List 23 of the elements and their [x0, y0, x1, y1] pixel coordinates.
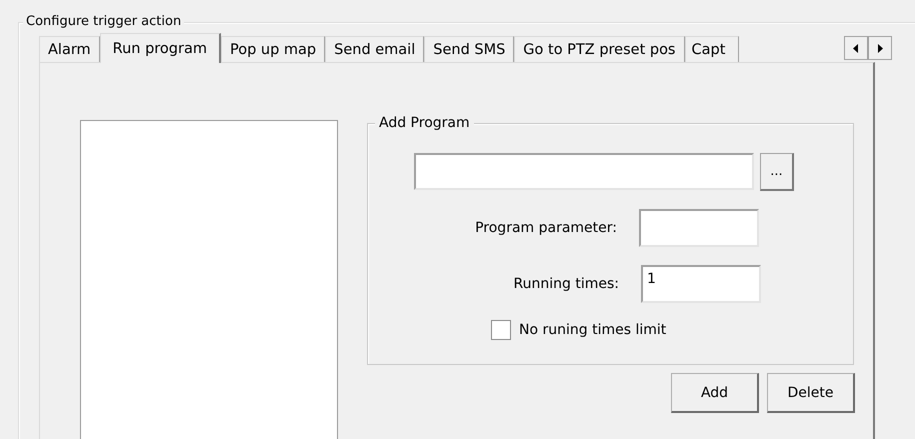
checkbox-label: No runing times limit — [519, 322, 666, 338]
field-label: Running times: — [514, 276, 619, 292]
checkbox[interactable] — [491, 320, 511, 340]
browse-button[interactable]: ... — [760, 153, 794, 191]
tab[interactable]: Pop up map — [220, 36, 326, 62]
group-title: Configure trigger action — [23, 13, 184, 31]
left-arrow-icon — [853, 44, 859, 52]
tab[interactable]: Send SMS — [424, 36, 514, 62]
add-button[interactable]: Add — [671, 373, 759, 413]
tab[interactable]: Send email — [325, 36, 424, 62]
field-label: Program parameter: — [475, 220, 617, 236]
right-arrow-icon — [877, 44, 883, 52]
tab[interactable]: Go to PTZ preset pos — [514, 36, 684, 62]
delete-button[interactable]: Delete — [767, 373, 855, 413]
group-title: Add Program — [375, 113, 474, 133]
scroll-left-button[interactable] — [844, 36, 868, 60]
scroll-right-button[interactable] — [868, 36, 892, 60]
input-field[interactable] — [639, 209, 759, 247]
program-path-field[interactable] — [414, 153, 754, 190]
tab[interactable]: Capt — [684, 36, 738, 62]
tab[interactable]: Run program — [100, 33, 221, 63]
tab[interactable]: Alarm — [39, 36, 100, 62]
input-field[interactable]: 1 — [641, 265, 761, 303]
